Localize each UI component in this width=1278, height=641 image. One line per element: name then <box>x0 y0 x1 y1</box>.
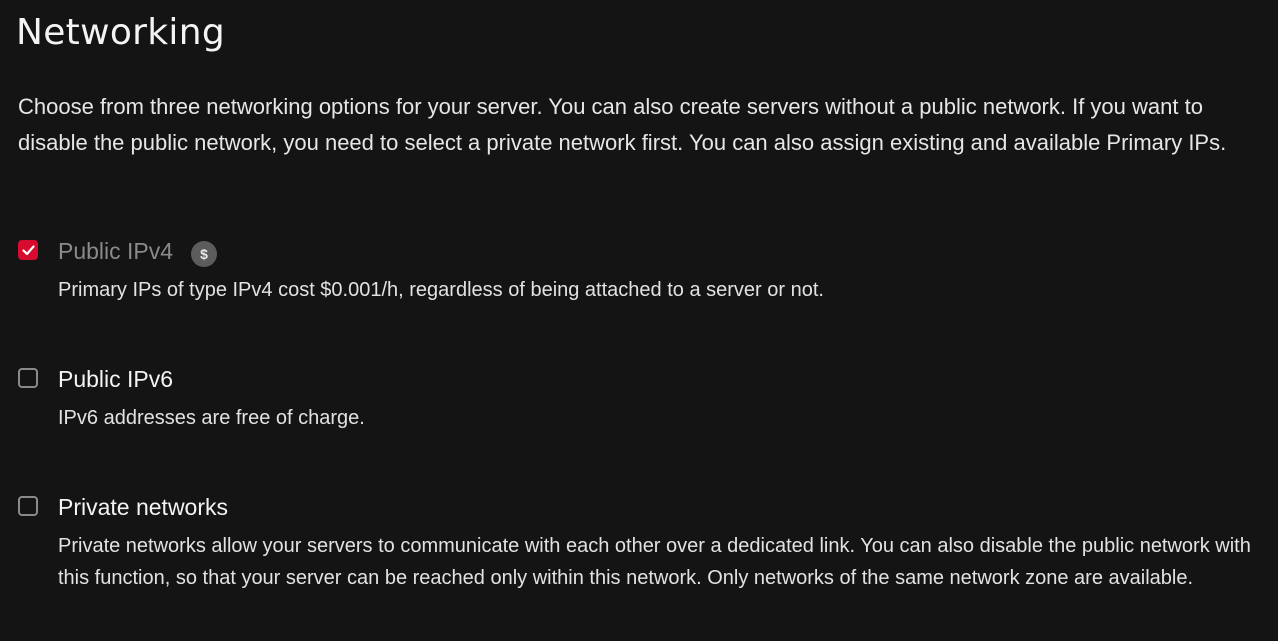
public-ipv6-label[interactable]: Public IPv6 <box>58 365 173 393</box>
networking-section: Networking Choose from three networking … <box>0 0 1278 641</box>
section-description: Choose from three networking options for… <box>18 94 1227 155</box>
section-title: Networking <box>16 12 225 53</box>
private-networks-checkbox[interactable] <box>18 496 38 516</box>
private-networks-description: Private networks allow your servers to c… <box>58 535 1251 589</box>
public-ipv4-description: Primary IPs of type IPv4 cost $0.001/h, … <box>58 279 824 301</box>
checkmark-icon <box>22 245 35 256</box>
public-ipv4-checkbox[interactable] <box>18 240 38 260</box>
dollar-cost-icon: $ <box>191 241 217 267</box>
public-ipv4-label[interactable]: Public IPv4 <box>58 237 173 265</box>
public-ipv6-checkbox[interactable] <box>18 368 38 388</box>
private-networks-label[interactable]: Private networks <box>58 493 228 521</box>
public-ipv6-description: IPv6 addresses are free of charge. <box>58 407 365 429</box>
